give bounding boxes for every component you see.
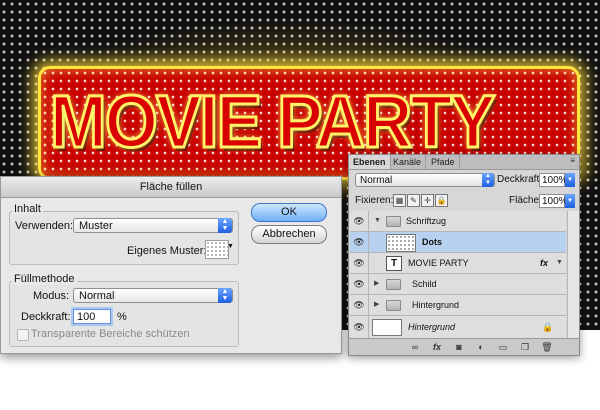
layer-name: MOVIE PARTY — [408, 258, 469, 268]
blend-mode-select[interactable]: Normal ▲ ▼ — [355, 173, 495, 187]
folder-icon — [386, 279, 401, 290]
fill-label: Fläche: — [509, 195, 542, 206]
select-arrows-icon: ▲ ▼ — [218, 218, 232, 233]
new-group-icon[interactable]: ▭ — [497, 341, 509, 353]
new-layer-icon[interactable]: ❐ — [519, 341, 531, 353]
layer-row[interactable]: 👁 ▶ Schild — [350, 274, 566, 295]
fill-input[interactable]: 100% — [539, 194, 568, 208]
panel-footer: ∞ fx ◙ ◐ ▭ ❐ 🗑 — [349, 338, 579, 355]
eye-icon[interactable]: 👁 — [350, 253, 369, 273]
lock-label: Fixieren: — [355, 195, 394, 206]
layer-name: Schriftzug — [406, 216, 447, 226]
opacity-input[interactable]: 100 — [73, 309, 111, 324]
blend-mode-value: Normal — [360, 175, 393, 186]
eye-icon[interactable]: 👁 — [350, 316, 369, 338]
layer-row-selected[interactable]: 👁 Dots — [350, 232, 566, 253]
layers-panel: Ebenen Kanäle Pfade ≡ Normal ▲ ▼ Deckkraf… — [348, 154, 580, 356]
use-select[interactable]: Muster ▲ ▼ — [73, 218, 233, 233]
mode-label: Modus: — [33, 290, 70, 302]
lock-position-icon[interactable]: ✛ — [421, 194, 434, 207]
blend-group-label: Füllmethode — [12, 273, 77, 285]
mode-select[interactable]: Normal ▲ ▼ — [73, 288, 233, 303]
expand-right-icon[interactable]: ▶ — [374, 295, 379, 315]
opacity-label: Deckkraft: — [21, 311, 71, 323]
expand-down-icon[interactable]: ▼ — [374, 211, 381, 231]
cancel-button[interactable]: Abbrechen — [251, 225, 327, 244]
chevron-down-icon[interactable]: ▼ — [565, 194, 575, 208]
layer-row[interactable]: 👁 T MOVIE PARTY fx ▼ — [350, 253, 566, 274]
pattern-swatch[interactable] — [205, 240, 229, 259]
use-label: Verwenden: — [15, 220, 74, 232]
adjustment-icon[interactable]: ◐ — [475, 341, 487, 353]
eye-icon[interactable]: 👁 — [350, 295, 369, 315]
eye-icon[interactable]: 👁 — [350, 274, 369, 294]
tab-layers[interactable]: Ebenen — [349, 155, 391, 169]
expand-down-icon[interactable]: ▼ — [556, 253, 563, 273]
link-icon[interactable]: ∞ — [409, 341, 421, 353]
fx-icon[interactable]: fx — [431, 341, 443, 353]
fill-dialog: Fläche füllen Inhalt Verwenden: Muster ▲… — [0, 176, 342, 354]
use-select-value: Muster — [79, 220, 113, 232]
lock-pixels-icon[interactable]: ✎ — [407, 194, 420, 207]
preserve-transparency-checkbox[interactable] — [17, 329, 29, 341]
folder-icon — [386, 216, 401, 227]
preserve-transparency-label: Transparente Bereiche schützen — [31, 328, 190, 340]
lock-icon: 🔒 — [542, 322, 554, 332]
select-arrows-icon: ▲ ▼ — [482, 173, 494, 187]
text-layer-icon: T — [386, 256, 402, 271]
fx-icon[interactable]: fx — [540, 253, 548, 273]
layer-thumbnail — [372, 319, 402, 336]
panel-tabs: Ebenen Kanäle Pfade ≡ — [349, 155, 579, 170]
layers-scrollbar[interactable] — [567, 211, 579, 339]
layer-name: Dots — [422, 237, 442, 247]
layer-name: Hintergrund — [408, 322, 456, 332]
layer-opacity-input[interactable]: 100% — [539, 173, 568, 187]
layer-name: Schild — [412, 279, 437, 289]
opacity-unit: % — [117, 311, 127, 323]
custom-pattern-label: Eigenes Muster: — [127, 245, 207, 257]
lock-transparency-icon[interactable]: ▦ — [393, 194, 406, 207]
layer-thumbnail — [386, 234, 416, 252]
tab-paths[interactable]: Pfade — [427, 155, 460, 169]
content-group-label: Inhalt — [12, 203, 43, 215]
expand-right-icon[interactable]: ▶ — [374, 274, 379, 294]
mode-select-value: Normal — [79, 290, 115, 302]
layer-name: Hintergrund — [412, 300, 460, 310]
layer-row[interactable]: 👁 ▶ Hintergrund — [350, 295, 566, 316]
trash-icon[interactable]: 🗑 — [541, 341, 553, 353]
chevron-down-icon[interactable]: ▼ — [565, 173, 575, 187]
ok-button[interactable]: OK — [251, 203, 327, 222]
folder-icon — [386, 300, 401, 311]
mask-icon[interactable]: ◙ — [453, 341, 465, 353]
eye-icon[interactable]: 👁 — [350, 211, 369, 231]
select-arrows-icon: ▲ ▼ — [218, 288, 232, 303]
layer-row[interactable]: 👁 Hintergrund 🔒 — [350, 316, 566, 339]
eye-icon[interactable]: 👁 — [350, 232, 369, 252]
layer-row[interactable]: 👁 ▼ Schriftzug — [350, 211, 566, 232]
layer-opacity-label: Deckkraft: — [497, 174, 543, 185]
panel-menu-icon[interactable]: ≡ — [570, 156, 575, 165]
lock-all-icon[interactable]: 🔒 — [435, 194, 448, 207]
chevron-down-icon[interactable]: ▼ — [227, 243, 234, 250]
tab-channels[interactable]: Kanäle — [389, 155, 427, 169]
dialog-title: Fläche füllen — [1, 177, 341, 198]
